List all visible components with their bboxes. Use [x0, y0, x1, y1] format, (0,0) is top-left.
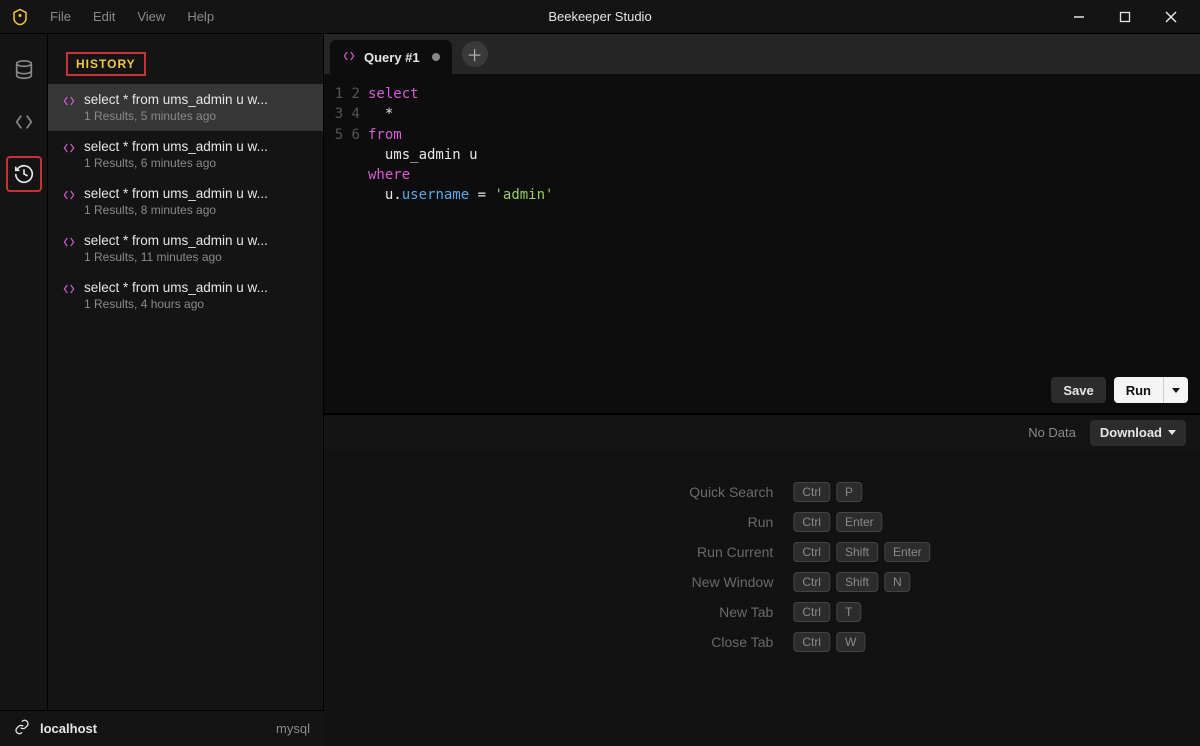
- keycap: Enter: [836, 512, 883, 532]
- chevron-down-icon: [1172, 388, 1180, 393]
- chevron-down-icon: [1168, 430, 1176, 435]
- keycap: Ctrl: [793, 632, 830, 652]
- menu-file[interactable]: File: [40, 5, 81, 28]
- history-item[interactable]: select * from ums_admin u w... 1 Results…: [48, 84, 323, 131]
- shortcut-keys: Ctrl Shift Enter: [793, 542, 930, 562]
- shortcut-keys: Ctrl W: [793, 632, 930, 652]
- tab-label: Query #1: [364, 50, 420, 65]
- code-icon: [62, 282, 76, 311]
- connection-name[interactable]: localhost: [40, 721, 97, 736]
- history-item-meta: 1 Results, 5 minutes ago: [84, 109, 309, 123]
- history-item-title: select * from ums_admin u w...: [84, 280, 309, 295]
- app-logo-icon: [10, 7, 30, 27]
- window-close-button[interactable]: [1148, 0, 1194, 34]
- keycap: Enter: [884, 542, 931, 562]
- run-split-button: Run: [1114, 377, 1188, 403]
- run-button[interactable]: Run: [1114, 377, 1164, 403]
- editor-pane[interactable]: 1 2 3 4 5 6 select * from ums_admin u wh…: [324, 74, 1200, 414]
- history-item-title: select * from ums_admin u w...: [84, 186, 309, 201]
- history-item-meta: 1 Results, 4 hours ago: [84, 297, 309, 311]
- link-icon: [14, 719, 30, 738]
- titlebar: File Edit View Help Beekeeper Studio: [0, 0, 1200, 34]
- tab-bar: Query #1 ＋: [324, 34, 1200, 74]
- new-tab-button[interactable]: ＋: [462, 41, 488, 67]
- shortcut-label: Run Current: [593, 544, 773, 560]
- panel-header: HISTORY: [48, 34, 323, 84]
- tab-query-1[interactable]: Query #1: [330, 40, 452, 74]
- history-list: select * from ums_admin u w... 1 Results…: [48, 84, 323, 746]
- shortcut-keys: Ctrl P: [793, 482, 930, 502]
- keycap: Ctrl: [793, 572, 830, 592]
- shortcut-label: New Window: [593, 574, 773, 590]
- db-type-label: mysql: [276, 721, 310, 736]
- shortcut-label: New Tab: [593, 604, 773, 620]
- shortcut-label: Quick Search: [593, 484, 773, 500]
- keycap: Ctrl: [793, 482, 830, 502]
- code-icon: [62, 141, 76, 170]
- history-item-text: select * from ums_admin u w... 1 Results…: [84, 233, 309, 264]
- keycap: T: [836, 602, 861, 622]
- shortcut-label: Close Tab: [593, 634, 773, 650]
- window-minimize-button[interactable]: [1056, 0, 1102, 34]
- history-item-text: select * from ums_admin u w... 1 Results…: [84, 186, 309, 217]
- shortcut-keys: Ctrl Enter: [793, 512, 930, 532]
- status-bar-connection: localhost mysql: [0, 710, 324, 746]
- keycap: N: [884, 572, 911, 592]
- keycap: Shift: [836, 572, 878, 592]
- keycap: Ctrl: [793, 542, 830, 562]
- window-title: Beekeeper Studio: [548, 9, 651, 24]
- keycap: Ctrl: [793, 512, 830, 532]
- history-item-title: select * from ums_admin u w...: [84, 92, 309, 107]
- code-icon: [342, 49, 356, 66]
- menu-help[interactable]: Help: [177, 5, 224, 28]
- keycap: P: [836, 482, 862, 502]
- window-maximize-button[interactable]: [1102, 0, 1148, 34]
- editor-actions: Save Run: [1051, 377, 1188, 403]
- keycap: Shift: [836, 542, 878, 562]
- history-item[interactable]: select * from ums_admin u w... 1 Results…: [48, 131, 323, 178]
- history-heading: HISTORY: [66, 52, 146, 76]
- history-panel: HISTORY select * from ums_admin u w... 1…: [48, 34, 324, 746]
- code-icon: [62, 188, 76, 217]
- code-icon: [62, 94, 76, 123]
- rail-query-icon[interactable]: [6, 104, 42, 140]
- menu-view[interactable]: View: [127, 5, 175, 28]
- history-item-text: select * from ums_admin u w... 1 Results…: [84, 280, 309, 311]
- shortcut-keys: Ctrl Shift N: [793, 572, 930, 592]
- status-bar-results: No Data Download: [324, 414, 1200, 450]
- history-item-meta: 1 Results, 8 minutes ago: [84, 203, 309, 217]
- line-gutter: 1 2 3 4 5 6: [324, 84, 368, 413]
- history-item-title: select * from ums_admin u w...: [84, 139, 309, 154]
- rail-history-icon[interactable]: [6, 156, 42, 192]
- activity-rail: [0, 34, 48, 746]
- history-item-text: select * from ums_admin u w... 1 Results…: [84, 92, 309, 123]
- history-item[interactable]: select * from ums_admin u w... 1 Results…: [48, 178, 323, 225]
- menu-bar: File Edit View Help: [40, 5, 224, 28]
- run-dropdown-button[interactable]: [1164, 377, 1188, 403]
- shortcut-keys: Ctrl T: [793, 602, 930, 622]
- rail-database-icon[interactable]: [6, 52, 42, 88]
- shortcuts-help: Quick Search Ctrl P Run Ctrl Enter Run Current…: [593, 482, 930, 652]
- sql-editor[interactable]: select * from ums_admin u where u.userna…: [368, 84, 1200, 413]
- history-item-meta: 1 Results, 6 minutes ago: [84, 156, 309, 170]
- history-item-text: select * from ums_admin u w... 1 Results…: [84, 139, 309, 170]
- window-controls: [1056, 0, 1194, 34]
- history-item[interactable]: select * from ums_admin u w... 1 Results…: [48, 272, 323, 319]
- main-area: Query #1 ＋ 1 2 3 4 5 6 select * from ums…: [324, 34, 1200, 746]
- results-status: No Data: [1028, 425, 1076, 440]
- history-item-title: select * from ums_admin u w...: [84, 233, 309, 248]
- shortcut-label: Run: [593, 514, 773, 530]
- dirty-indicator-icon: [432, 53, 440, 61]
- code-icon: [62, 235, 76, 264]
- keycap: W: [836, 632, 865, 652]
- menu-edit[interactable]: Edit: [83, 5, 125, 28]
- save-button[interactable]: Save: [1051, 377, 1105, 403]
- download-button[interactable]: Download: [1090, 420, 1186, 446]
- history-item-meta: 1 Results, 11 minutes ago: [84, 250, 309, 264]
- keycap: Ctrl: [793, 602, 830, 622]
- results-pane: Quick Search Ctrl P Run Ctrl Enter Run Current…: [324, 414, 1200, 746]
- history-item[interactable]: select * from ums_admin u w... 1 Results…: [48, 225, 323, 272]
- download-label: Download: [1100, 425, 1162, 440]
